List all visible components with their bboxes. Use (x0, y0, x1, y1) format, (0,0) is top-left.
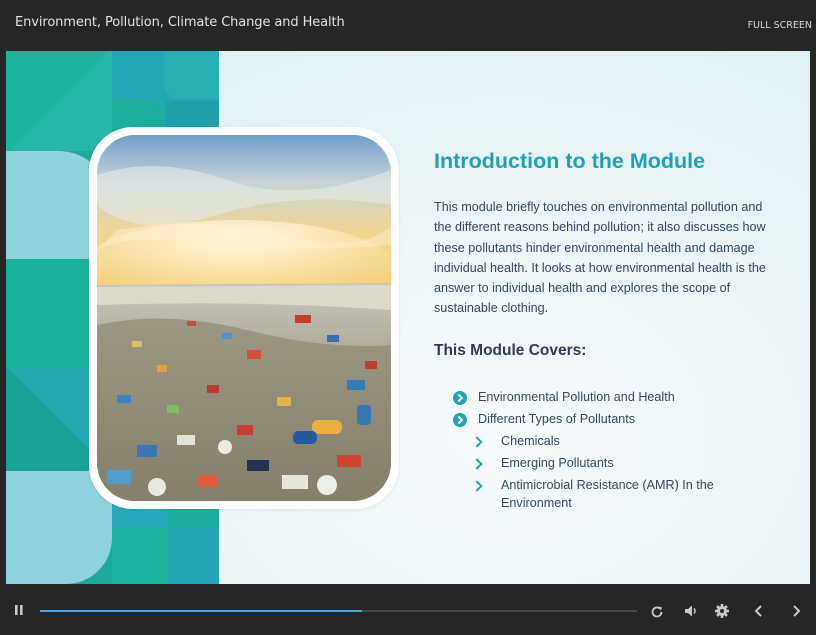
chevron-circle-icon (453, 391, 467, 405)
pause-icon[interactable] (13, 603, 25, 617)
previous-icon[interactable] (752, 603, 766, 619)
replay-icon[interactable] (649, 604, 665, 620)
chevron-right-icon (471, 436, 483, 448)
photo-frame (89, 127, 399, 509)
slide-heading: Introduction to the Module (434, 149, 706, 173)
intro-paragraph: This module briefly touches on environme… (434, 200, 766, 316)
progress-fill (40, 610, 363, 612)
list-item: Different Types of Pollutants (478, 412, 636, 426)
fullscreen-button[interactable]: FULL SCREEN (748, 20, 812, 31)
settings-icon[interactable] (714, 603, 730, 619)
next-icon[interactable] (789, 603, 803, 619)
chevron-right-icon (471, 458, 483, 470)
covers-heading: This Module Covers: (434, 342, 587, 359)
player-header: Environment, Pollution, Climate Change a… (0, 0, 816, 51)
list-item: Antimicrobial Resistance (AMR) In the En… (501, 478, 714, 510)
volume-icon[interactable] (683, 603, 699, 619)
player-controls (0, 584, 816, 635)
list-item: Environmental Pollution and Health (478, 390, 675, 404)
list-item: Emerging Pollutants (501, 456, 614, 470)
progress-bar[interactable] (40, 610, 637, 612)
list-item: Chemicals (501, 434, 560, 448)
course-title: Environment, Pollution, Climate Change a… (15, 15, 345, 30)
slide: Introduction to the Module This module b… (6, 51, 810, 584)
chevron-circle-icon (453, 413, 467, 427)
chevron-right-icon (471, 480, 483, 492)
plastic-waste-landfill-photo (97, 135, 391, 501)
